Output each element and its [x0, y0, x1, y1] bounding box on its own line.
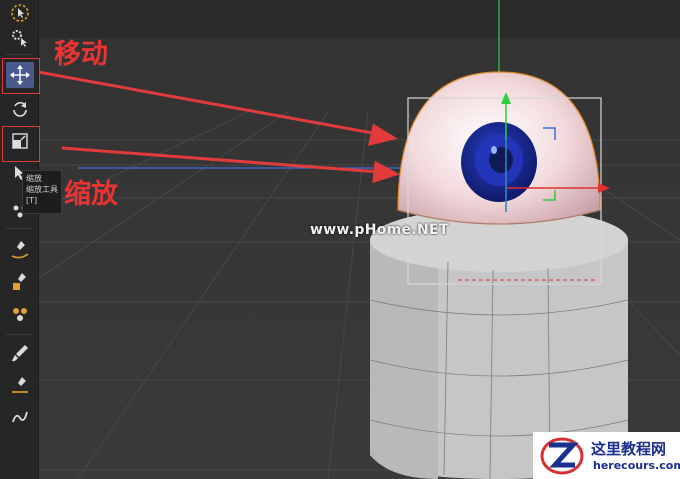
site-logo: 这里教程网 herecours.com — [533, 432, 680, 479]
squiggle-icon — [12, 411, 28, 423]
pen-points-icon — [13, 308, 27, 321]
scale-annotation-label: 缩放 — [64, 179, 118, 210]
dashed-circle-select-icon — [11, 4, 29, 22]
watermark-text: www.pHome.NET — [310, 222, 449, 238]
rotate-icon — [13, 101, 27, 117]
scale-highlight-box — [2, 126, 40, 162]
viewport-scene — [38, 0, 680, 479]
pen-line-tool[interactable] — [6, 372, 34, 398]
tooltip-description: 缩放工具 — [26, 185, 58, 194]
eyeball-object — [397, 71, 601, 225]
logo-title: 这里教程网 — [591, 440, 667, 458]
pen-spline-tool[interactable] — [6, 236, 34, 262]
tooltip-title: 缩放 — [26, 174, 42, 183]
3d-viewport[interactable]: www.pHome.NET — [38, 0, 680, 479]
pen-shape-tool[interactable] — [6, 268, 34, 294]
gear-tool[interactable] — [6, 24, 34, 50]
tooltip-shortcut: [T] — [26, 196, 38, 205]
pen-square-icon — [13, 273, 26, 290]
pen-curve-icon — [11, 241, 29, 259]
logo-url: herecours.com — [593, 459, 680, 472]
pen-line-icon — [12, 377, 28, 393]
move-annotation-label: 移动 — [54, 39, 108, 70]
z-logo-icon — [540, 437, 584, 475]
brush-icon — [12, 345, 28, 362]
gear-cursor-icon — [12, 30, 27, 47]
rotate-tool-button[interactable] — [6, 96, 34, 122]
sketch-tool[interactable] — [6, 404, 34, 430]
brush-tool[interactable] — [6, 340, 34, 366]
live-select-tool[interactable] — [6, 0, 34, 26]
move-highlight-box — [2, 58, 40, 94]
pen-points-tool[interactable] — [6, 300, 34, 326]
scale-tooltip: 缩放 缩放工具 [T] — [22, 170, 62, 214]
